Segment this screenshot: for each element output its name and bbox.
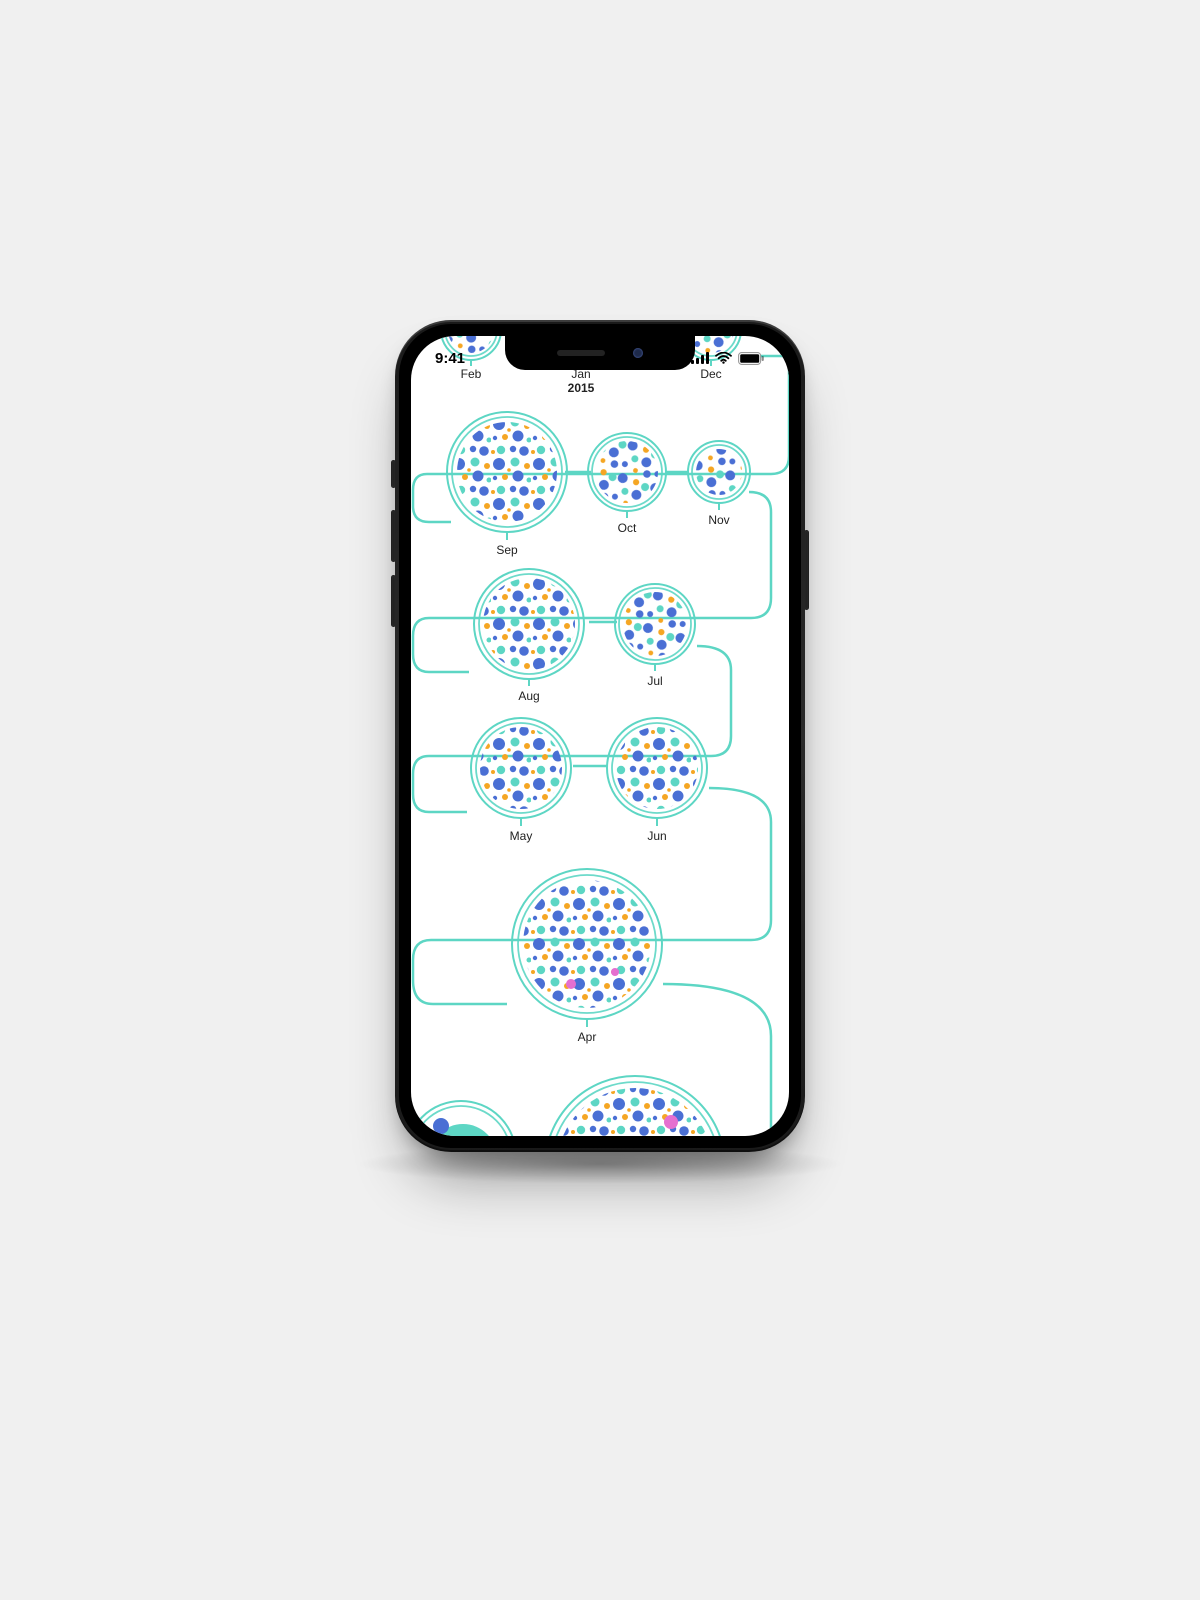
wifi-icon [715,352,732,364]
status-time: 9:41 [435,350,465,367]
month-node-nov[interactable]: Nov [688,441,750,527]
month-label: Sep [496,543,518,557]
month-label: Aug [518,689,539,703]
month-node-jul[interactable]: Jul [615,584,695,688]
month-node-sep[interactable]: Sep [447,412,567,557]
month-label: Oct [618,521,637,535]
month-node-may[interactable]: May [471,718,571,843]
battery-icon [738,352,765,365]
year-label: 2015 [568,381,595,395]
speaker-icon [557,350,605,356]
month-node-jun[interactable]: Jun [607,718,707,843]
month-label: Jul [647,674,662,688]
month-node-partial-left[interactable] [411,1101,516,1136]
month-node-apr[interactable]: Apr [512,869,662,1044]
month-label: Apr [578,1030,597,1044]
month-label: May [510,829,533,843]
month-node-oct[interactable]: Oct [588,433,666,535]
month-node-partial-right[interactable] [545,1076,725,1136]
shadow [355,1144,845,1184]
phone-mockup: 9:41 [395,320,805,1152]
month-label: Nov [708,513,729,527]
camera-icon [633,348,643,358]
notch [505,336,695,370]
month-label: Jun [647,829,666,843]
timeline-view[interactable]: Feb Jan 2015 Dec [411,336,789,1136]
month-node-aug[interactable]: Aug [474,569,584,703]
app-screen[interactable]: 9:41 [411,336,789,1136]
